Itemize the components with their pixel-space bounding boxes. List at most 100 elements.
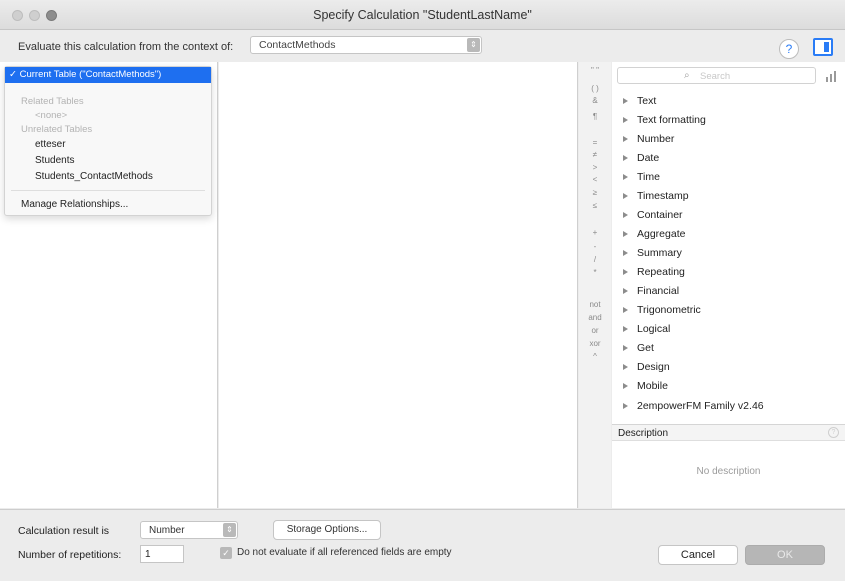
operator[interactable]: ^ — [579, 352, 611, 361]
operator[interactable]: / — [579, 255, 611, 264]
panel-toggle-icon[interactable] — [813, 38, 833, 56]
function-category[interactable]: Aggregate — [623, 228, 685, 241]
context-select[interactable]: ContactMethods ⇕ — [250, 36, 482, 54]
menu-item-table[interactable]: Students_ContactMethods — [35, 171, 153, 182]
function-category[interactable]: Time — [623, 171, 660, 184]
menu-item-table[interactable]: Students — [35, 155, 74, 166]
function-category-label: Trigonometric — [637, 304, 701, 316]
help-button[interactable]: ? — [779, 39, 799, 59]
function-category-label: Aggregate — [637, 228, 686, 240]
operator[interactable]: not — [579, 300, 611, 309]
function-category-label: Date — [637, 152, 660, 164]
menu-header-related: Related Tables — [21, 96, 84, 107]
function-category[interactable]: Container — [623, 209, 683, 222]
do-not-evaluate-label: Do not evaluate if all referenced fields… — [237, 547, 452, 558]
disclosure-triangle-icon — [623, 174, 628, 180]
disclosure-triangle-icon — [623, 288, 628, 294]
operator[interactable]: = — [579, 138, 611, 147]
function-search-input[interactable]: ⌕ Search — [617, 67, 816, 84]
disclosure-triangle-icon — [623, 269, 628, 275]
function-category-label: Mobile — [637, 380, 668, 392]
operator[interactable]: ≠ — [579, 150, 611, 159]
checkbox-icon[interactable]: ✓ — [220, 547, 232, 559]
function-category-label: Summary — [637, 247, 682, 259]
operator[interactable]: + — [579, 228, 611, 237]
search-placeholder: Search — [700, 71, 731, 82]
table-context-menu: ✓ Current Table ("ContactMethods") Relat… — [4, 66, 212, 216]
menu-separator — [11, 190, 205, 191]
storage-options-button[interactable]: Storage Options... — [273, 520, 381, 540]
disclosure-triangle-icon — [623, 193, 628, 199]
function-category[interactable]: Text — [623, 95, 656, 108]
stepper-icon: ⇕ — [223, 523, 236, 537]
title-bar: Specify Calculation "StudentLastName" — [0, 0, 845, 30]
function-category-label: Number — [637, 133, 675, 145]
function-category[interactable]: Timestamp — [623, 190, 689, 203]
menu-header-unrelated: Unrelated Tables — [21, 124, 93, 135]
function-category[interactable]: Date — [623, 152, 659, 165]
disclosure-triangle-icon — [623, 136, 628, 142]
function-category[interactable]: Get — [623, 342, 654, 355]
disclosure-triangle-icon — [623, 250, 628, 256]
description-label: Description — [618, 428, 669, 439]
disclosure-triangle-icon — [623, 326, 628, 332]
operator[interactable]: - — [579, 242, 611, 251]
disclosure-triangle-icon — [623, 307, 628, 313]
disclosure-triangle-icon — [623, 345, 628, 351]
repetitions-input[interactable]: 1 — [140, 545, 184, 563]
operator[interactable]: xor — [579, 339, 611, 348]
disclosure-triangle-icon — [623, 383, 628, 389]
function-category-label: Container — [637, 209, 683, 221]
operator[interactable]: ≥ — [579, 188, 611, 197]
operator[interactable]: and — [579, 313, 611, 322]
operator[interactable]: ( ) — [579, 84, 611, 93]
function-category[interactable]: Trigonometric — [623, 304, 701, 317]
menu-item-current-table[interactable]: ✓ Current Table ("ContactMethods") — [5, 67, 211, 83]
cancel-button[interactable]: Cancel — [658, 545, 738, 565]
function-category-label: Design — [637, 361, 670, 373]
context-row: Evaluate this calculation from the conte… — [18, 38, 233, 56]
disclosure-triangle-icon — [623, 231, 628, 237]
function-category[interactable]: Summary — [623, 247, 682, 260]
function-category[interactable]: Mobile — [623, 380, 668, 393]
operator[interactable]: ≤ — [579, 201, 611, 210]
function-category[interactable]: Financial — [623, 285, 679, 298]
menu-item-table[interactable]: etteser — [35, 139, 66, 150]
disclosure-triangle-icon — [623, 98, 628, 104]
result-type-value: Number — [149, 525, 185, 536]
function-category-label: Time — [637, 171, 660, 183]
menu-item-none: <none> — [35, 110, 68, 121]
disclosure-triangle-icon — [623, 117, 628, 123]
operator[interactable]: * — [579, 268, 611, 277]
operator[interactable]: > — [579, 163, 611, 172]
context-label: Evaluate this calculation from the conte… — [18, 41, 234, 53]
sort-icon[interactable] — [825, 70, 837, 82]
function-category-label: Timestamp — [637, 190, 689, 202]
function-category[interactable]: Repeating — [623, 266, 685, 279]
function-category[interactable]: 2empowerFM Family v2.46 — [623, 400, 764, 413]
function-category[interactable]: Logical — [623, 323, 670, 336]
operator[interactable]: " " — [579, 66, 611, 75]
function-category[interactable]: Number — [623, 133, 674, 146]
function-category[interactable]: Text formatting — [623, 114, 706, 127]
window-title: Specify Calculation "StudentLastName" — [313, 8, 532, 22]
ok-button[interactable]: OK — [745, 545, 825, 565]
function-category-label: Repeating — [637, 266, 685, 278]
function-category-label: 2empowerFM Family v2.46 — [637, 400, 764, 412]
function-category-label: Text formatting — [637, 114, 706, 126]
stepper-icon: ⇕ — [467, 38, 480, 52]
description-header: Description ? — [612, 424, 845, 441]
operator[interactable]: & — [579, 96, 611, 105]
function-category-label: Get — [637, 342, 654, 354]
operator[interactable]: or — [579, 326, 611, 335]
result-type-label: Calculation result is — [18, 525, 110, 537]
operator[interactable]: ¶ — [579, 112, 611, 121]
repetitions-value: 1 — [145, 549, 151, 560]
calculation-editor[interactable] — [219, 62, 578, 508]
menu-item-manage-relationships[interactable]: Manage Relationships... — [21, 199, 128, 210]
result-type-select[interactable]: Number ⇕ — [140, 521, 238, 539]
function-category[interactable]: Design — [623, 361, 670, 374]
help-icon[interactable]: ? — [828, 427, 839, 438]
operator[interactable]: < — [579, 175, 611, 184]
search-icon: ⌕ — [684, 70, 690, 81]
